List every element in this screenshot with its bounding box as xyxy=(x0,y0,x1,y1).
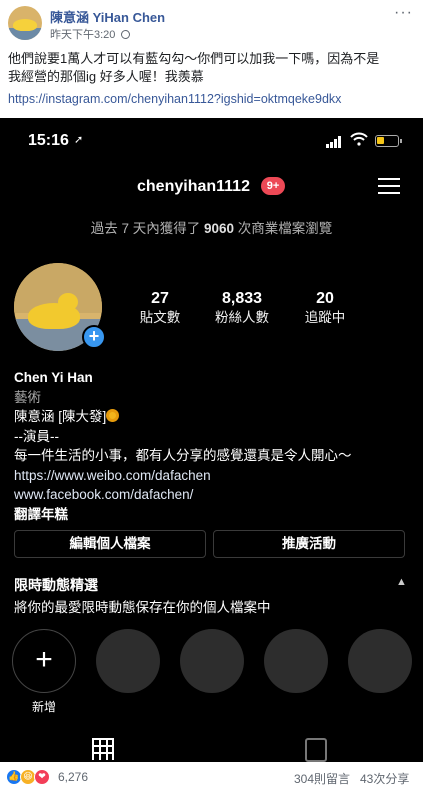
profile-category: 藝術 xyxy=(14,389,41,405)
highlight-placeholder xyxy=(348,629,412,693)
highlight-placeholder xyxy=(96,629,160,693)
post-header: 陳意涵 YiHan Chen 昨天下午3:20 ··· xyxy=(0,0,423,42)
add-story-plus-icon[interactable]: + xyxy=(82,325,106,349)
profile-bio: Chen Yi Han 藝術 陳意涵 [陳大發] --演員-- 每一件生活的小事… xyxy=(14,368,414,524)
cellular-signal-icon xyxy=(326,136,342,148)
post-text: 他們說要1萬人才可以有藍勾勾～你們可以加我一下嗎，因為不是 我經營的那個ig 好… xyxy=(8,50,418,86)
new-highlight-button[interactable]: + xyxy=(12,629,76,693)
status-time: 15:16 xyxy=(28,132,69,149)
highlight-placeholder xyxy=(180,629,244,693)
new-highlight-label: 新增 xyxy=(31,700,56,714)
wifi-icon xyxy=(350,132,368,146)
avatar-duck xyxy=(13,19,37,31)
chevron-up-icon[interactable]: ▲ xyxy=(396,576,407,588)
stat-following[interactable]: 20 追蹤中 xyxy=(290,290,360,328)
highlight-placeholder xyxy=(264,629,328,693)
post-meta: 昨天下午3:20 xyxy=(50,26,131,42)
display-name: Chen Yi Han xyxy=(14,370,93,385)
bio-link-weibo[interactable]: https://www.weibo.com/dafachen xyxy=(14,466,414,486)
hamburger-menu-icon[interactable] xyxy=(378,178,400,195)
comment-count[interactable]: 304則留言 xyxy=(294,770,350,787)
profile-username[interactable]: chenyihan1112 xyxy=(137,178,250,196)
share-count[interactable]: 43次分享 xyxy=(360,770,409,787)
post-text-line: 我經營的那個ig 好多人喔！我羨慕 xyxy=(8,69,204,84)
promotions-button[interactable]: 推廣活動 xyxy=(213,530,405,558)
insights-banner[interactable]: 過去 7 天內獲得了 9060 次商業檔案瀏覽 xyxy=(0,214,423,244)
notification-badge[interactable]: 9+ xyxy=(261,177,285,195)
bio-line: 陳意涵 [陳大發] xyxy=(14,407,414,427)
sunflower-icon xyxy=(106,409,120,422)
bio-line: --演員-- xyxy=(14,428,59,444)
globe-icon xyxy=(121,30,131,39)
location-arrow-icon: ➚ xyxy=(74,134,84,146)
battery-icon xyxy=(375,135,402,147)
reaction-count[interactable]: 6,276 xyxy=(58,770,88,784)
post-timestamp[interactable]: 昨天下午3:20 xyxy=(50,29,115,41)
insights-count: 9060 xyxy=(203,221,235,236)
author-name[interactable]: 陳意涵 YiHan Chen xyxy=(50,7,165,26)
highlights-title: 限時動態精選 xyxy=(14,577,98,593)
tagged-tab-icon[interactable] xyxy=(305,738,327,762)
reactions-bar: 👍 😆 ❤ 6,276 304則留言 43次分享 xyxy=(0,762,423,793)
edit-profile-button[interactable]: 編輯個人檔案 xyxy=(14,530,206,558)
instagram-screenshot: 15:16 ➚ chenyihan1112 9+ 過去 7 天內獲得了 9060… xyxy=(0,118,423,762)
stat-posts[interactable]: 27 貼文數 xyxy=(125,290,195,328)
more-options-icon[interactable]: ··· xyxy=(394,4,413,22)
author-avatar[interactable] xyxy=(8,6,42,40)
love-reaction-icon[interactable]: ❤ xyxy=(34,769,50,785)
bio-link-facebook[interactable]: www.facebook.com/dafachen/ xyxy=(14,485,414,505)
post-text-line: 他們說要1萬人才可以有藍勾勾～你們可以加我一下嗎，因為不是 xyxy=(8,51,380,66)
translate-button[interactable]: 翻譯年糕 xyxy=(14,505,414,525)
grid-tab-icon[interactable] xyxy=(92,738,114,760)
bio-line: 每一件生活的小事，都有人分享的感覺還真是令人開心～ xyxy=(14,448,352,463)
post-link[interactable]: https://instagram.com/chenyihan1112?igsh… xyxy=(8,92,341,106)
highlights-subtitle: 將你的最愛限時動態保存在你的個人檔案中 xyxy=(14,600,271,615)
stat-followers[interactable]: 8,833 粉絲人數 xyxy=(207,290,277,328)
